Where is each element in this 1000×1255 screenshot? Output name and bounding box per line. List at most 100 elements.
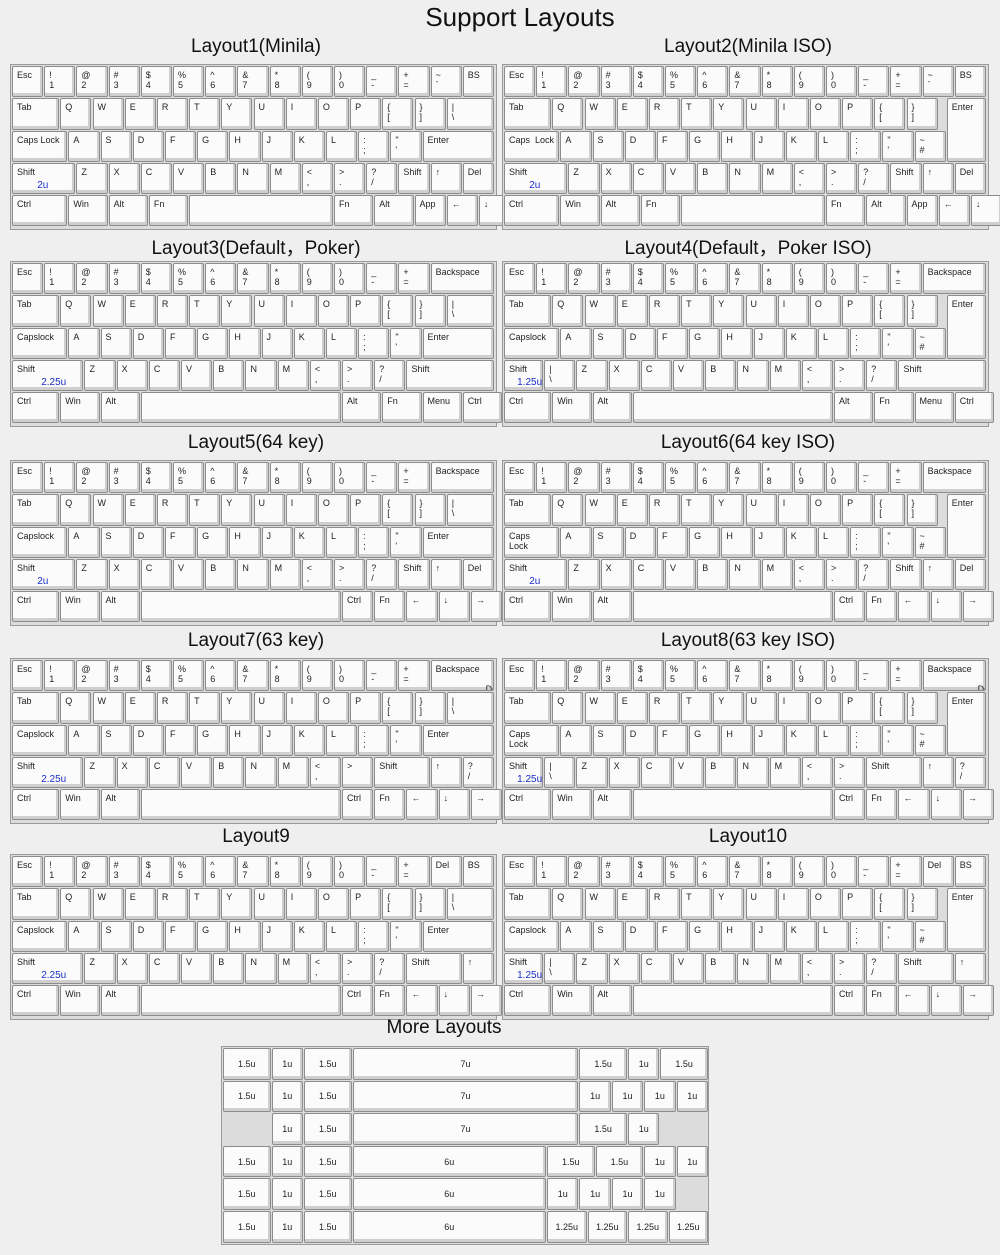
key: $ 4 [632,856,664,888]
key: R [156,295,189,327]
key: " ' [882,920,914,952]
key: N [737,359,769,392]
key: S [592,327,624,359]
key: H [721,920,753,952]
key: & 7 [237,66,269,98]
key: C [148,756,181,789]
key: Enter [422,327,494,359]
key: W [92,98,124,130]
key: < , [793,558,825,591]
key: N [245,756,277,789]
size-key: 1u [676,1080,708,1113]
key: ↑ [462,952,494,985]
key: A [68,327,100,359]
key: P [350,888,382,920]
key: > . [826,162,858,195]
key: ( 9 [793,66,825,98]
key: W [92,692,124,724]
key: | \ [544,359,576,392]
key: V [173,558,205,591]
key: Shift [866,756,922,789]
keyboard-layout: Esc! 1 @ 2 # 3 $ 4% 5 ^ 6 & 7 * 8( 9) 0 _ - + = B… [10,658,503,824]
key: : ; [358,724,390,756]
key: K [293,920,325,952]
key: Ctrl [954,392,995,424]
key: Shift 1.25u [504,359,544,392]
size-key: 1.5u [304,1211,352,1243]
key: U [745,295,777,327]
key: X [116,952,148,985]
key: ~ ` [922,66,954,98]
key: Q [60,295,92,327]
key: ! 1 [536,660,568,692]
key: X [600,162,632,195]
key: < , [309,359,342,392]
key: G [689,724,721,756]
key: R [156,494,189,526]
key: Esc [12,66,44,98]
key: # 3 [600,462,632,494]
key: Tab [504,888,552,920]
key: Backspace [430,263,494,295]
key: Win [560,195,600,227]
key: _ - [858,66,890,98]
key: Capslock [504,920,560,952]
key: Shift 2.25u [12,359,84,392]
key: ↑ [430,558,462,591]
key: > . [342,952,374,985]
key: K [785,920,817,952]
keyboard-layout: Esc! 1 @ 2 # 3 $ 4% 5 ^ 6 & 7 * 8( 9) 0 _ - + = ~… [502,64,1000,230]
key: Ctrl [342,789,374,821]
key: E [124,98,156,130]
key: Win [60,985,100,1017]
key: L [325,130,358,162]
key: Alt [100,591,140,623]
key: & 7 [729,263,761,295]
keyboard-layout: Esc! 1 @ 2 # 3 $ 4% 5 ^ 6 & 7 * 8( 9) 0 _ - + = ~… [10,64,543,230]
key: : ; [850,130,882,162]
key: V [673,952,705,985]
key: ↑ [430,756,462,789]
key: B [705,952,737,985]
key: T [189,692,221,724]
key: ^ 6 [697,66,729,98]
key: I [285,98,317,130]
key: Capslock [504,327,560,359]
key: # 3 [600,263,632,295]
key: : ; [850,526,882,558]
key: Y [713,888,745,920]
key: K [785,724,817,756]
key: Enter [422,526,494,558]
key: < , [309,756,342,789]
key: → [962,985,995,1017]
key: K [293,130,325,162]
key: H [721,130,753,162]
more-layouts-title: More Layouts [386,1017,502,1038]
key: Enter [422,724,494,756]
key: % 5 [173,462,205,494]
key: I [777,98,809,130]
key: > . [834,952,866,985]
key: I [777,494,809,526]
key: Z [568,558,600,591]
key: ↓ [930,591,962,623]
layout-title: Layout1(Minila) [191,36,321,57]
key: Shift [898,952,954,985]
key: L [325,327,358,359]
key: S [100,526,132,558]
key: Menu [914,392,954,424]
key: Ctrl [342,591,374,623]
key: J [753,130,785,162]
key: M [269,558,301,591]
key: ↓ [970,195,1000,227]
key: D [624,920,656,952]
key: Win [60,392,100,424]
key: V [173,162,205,195]
key-size-label: 2.25u [41,969,67,981]
key: $ 4 [632,263,664,295]
key: L [817,526,850,558]
key: + = [890,263,922,295]
size-key: 1u [271,1211,303,1243]
key: O [809,98,842,130]
key: Win [60,789,100,821]
